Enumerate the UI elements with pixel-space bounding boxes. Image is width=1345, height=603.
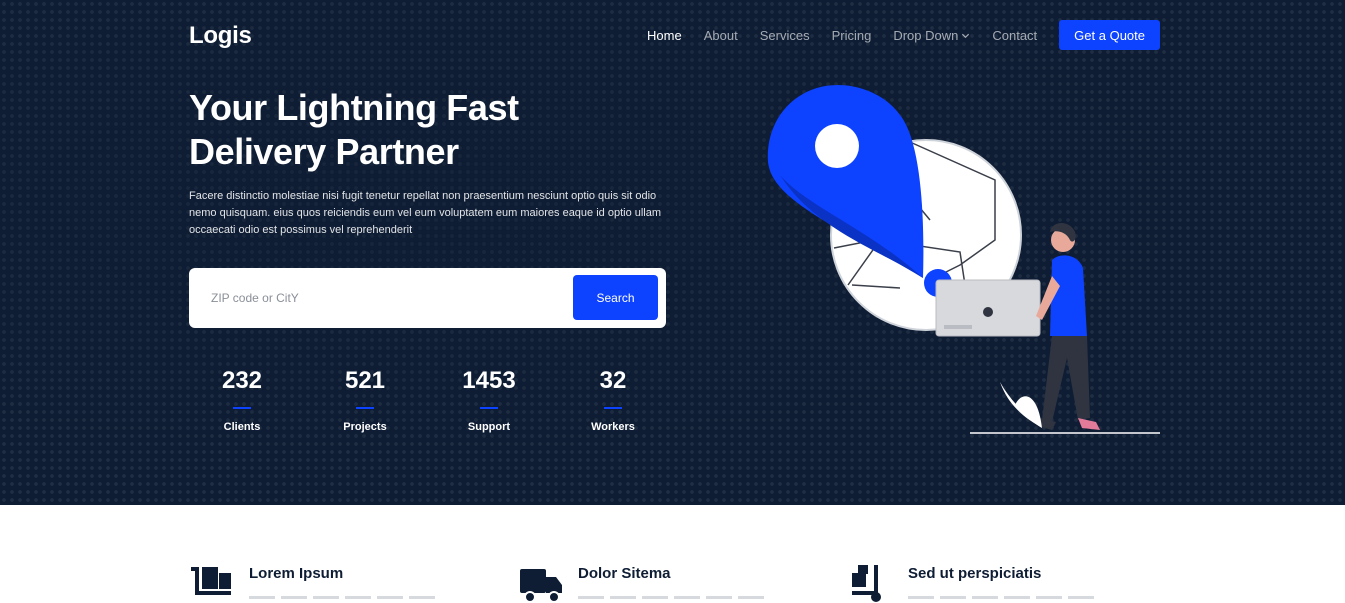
stat-workers: 32 Workers — [558, 366, 668, 433]
nav-contact[interactable]: Contact — [992, 28, 1037, 43]
stat-projects: 521 Projects — [310, 366, 420, 433]
nav-services[interactable]: Services — [760, 28, 810, 43]
hero-title-line1: Your Lightning Fast — [189, 87, 519, 128]
stat-clients: 232 Clients — [187, 366, 297, 433]
stat-divider — [480, 407, 498, 409]
hand-truck-icon — [852, 565, 881, 602]
feature-title: Sed ut perspiciatis — [908, 565, 1042, 582]
stat-divider — [233, 407, 251, 409]
hero-title-line2: Delivery Partner — [189, 131, 459, 172]
stat-support: 1453 Support — [434, 366, 544, 433]
truck-icon — [520, 569, 562, 603]
stat-value: 521 — [344, 367, 386, 394]
hero-title: Your Lightning Fast Delivery Partner — [189, 86, 609, 174]
get-quote-button[interactable]: Get a Quote — [1059, 20, 1160, 50]
stat-divider — [604, 407, 622, 409]
nav-pricing[interactable]: Pricing — [832, 28, 872, 43]
nav-home[interactable]: Home — [647, 28, 682, 43]
stat-label: Support — [467, 421, 511, 433]
laptop-icon — [935, 279, 1041, 337]
main-nav: Home About Services Pricing Drop Down Co… — [625, 20, 1160, 50]
feature-text-placeholder — [578, 596, 768, 599]
feature-title: Lorem Ipsum — [249, 565, 344, 582]
nav-dropdown[interactable]: Drop Down — [893, 28, 970, 43]
stat-label: Clients — [223, 421, 261, 433]
hero-section: Logis Home About Services Pricing Drop D… — [0, 0, 1345, 505]
stat-divider — [356, 407, 374, 409]
stat-label: Workers — [591, 421, 635, 433]
feature-title: Dolor Sitema — [578, 565, 671, 582]
stat-value: 232 — [221, 367, 263, 394]
hero-description: Facere distinctio molestiae nisi fugit t… — [189, 190, 662, 236]
boxes-icon — [191, 567, 231, 595]
site-logo[interactable]: Logis — [189, 22, 252, 50]
feature-text-placeholder — [249, 596, 439, 599]
delivery-illustration — [767, 85, 1160, 434]
feature-item: Lorem Ipsum — [189, 563, 439, 603]
search-form: Search — [189, 268, 666, 328]
plant-icon — [1000, 382, 1042, 428]
zip-search-input[interactable] — [203, 280, 563, 316]
chevron-down-icon — [962, 33, 970, 38]
nav-dropdown-label: Drop Down — [893, 27, 959, 43]
stat-value: 32 — [599, 367, 627, 394]
features-section: Lorem Ipsum Dolor Sitema Sed ut perspici… — [0, 505, 1345, 603]
feature-item: Dolor Sitema — [518, 563, 768, 603]
feature-text-placeholder — [908, 596, 1098, 599]
feature-item: Sed ut perspiciatis — [848, 563, 1098, 603]
stat-label: Projects — [343, 421, 387, 433]
delivery-person-icon — [1036, 223, 1100, 430]
search-button[interactable]: Search — [573, 275, 658, 320]
nav-about[interactable]: About — [704, 28, 738, 43]
stat-value: 1453 — [462, 367, 516, 394]
